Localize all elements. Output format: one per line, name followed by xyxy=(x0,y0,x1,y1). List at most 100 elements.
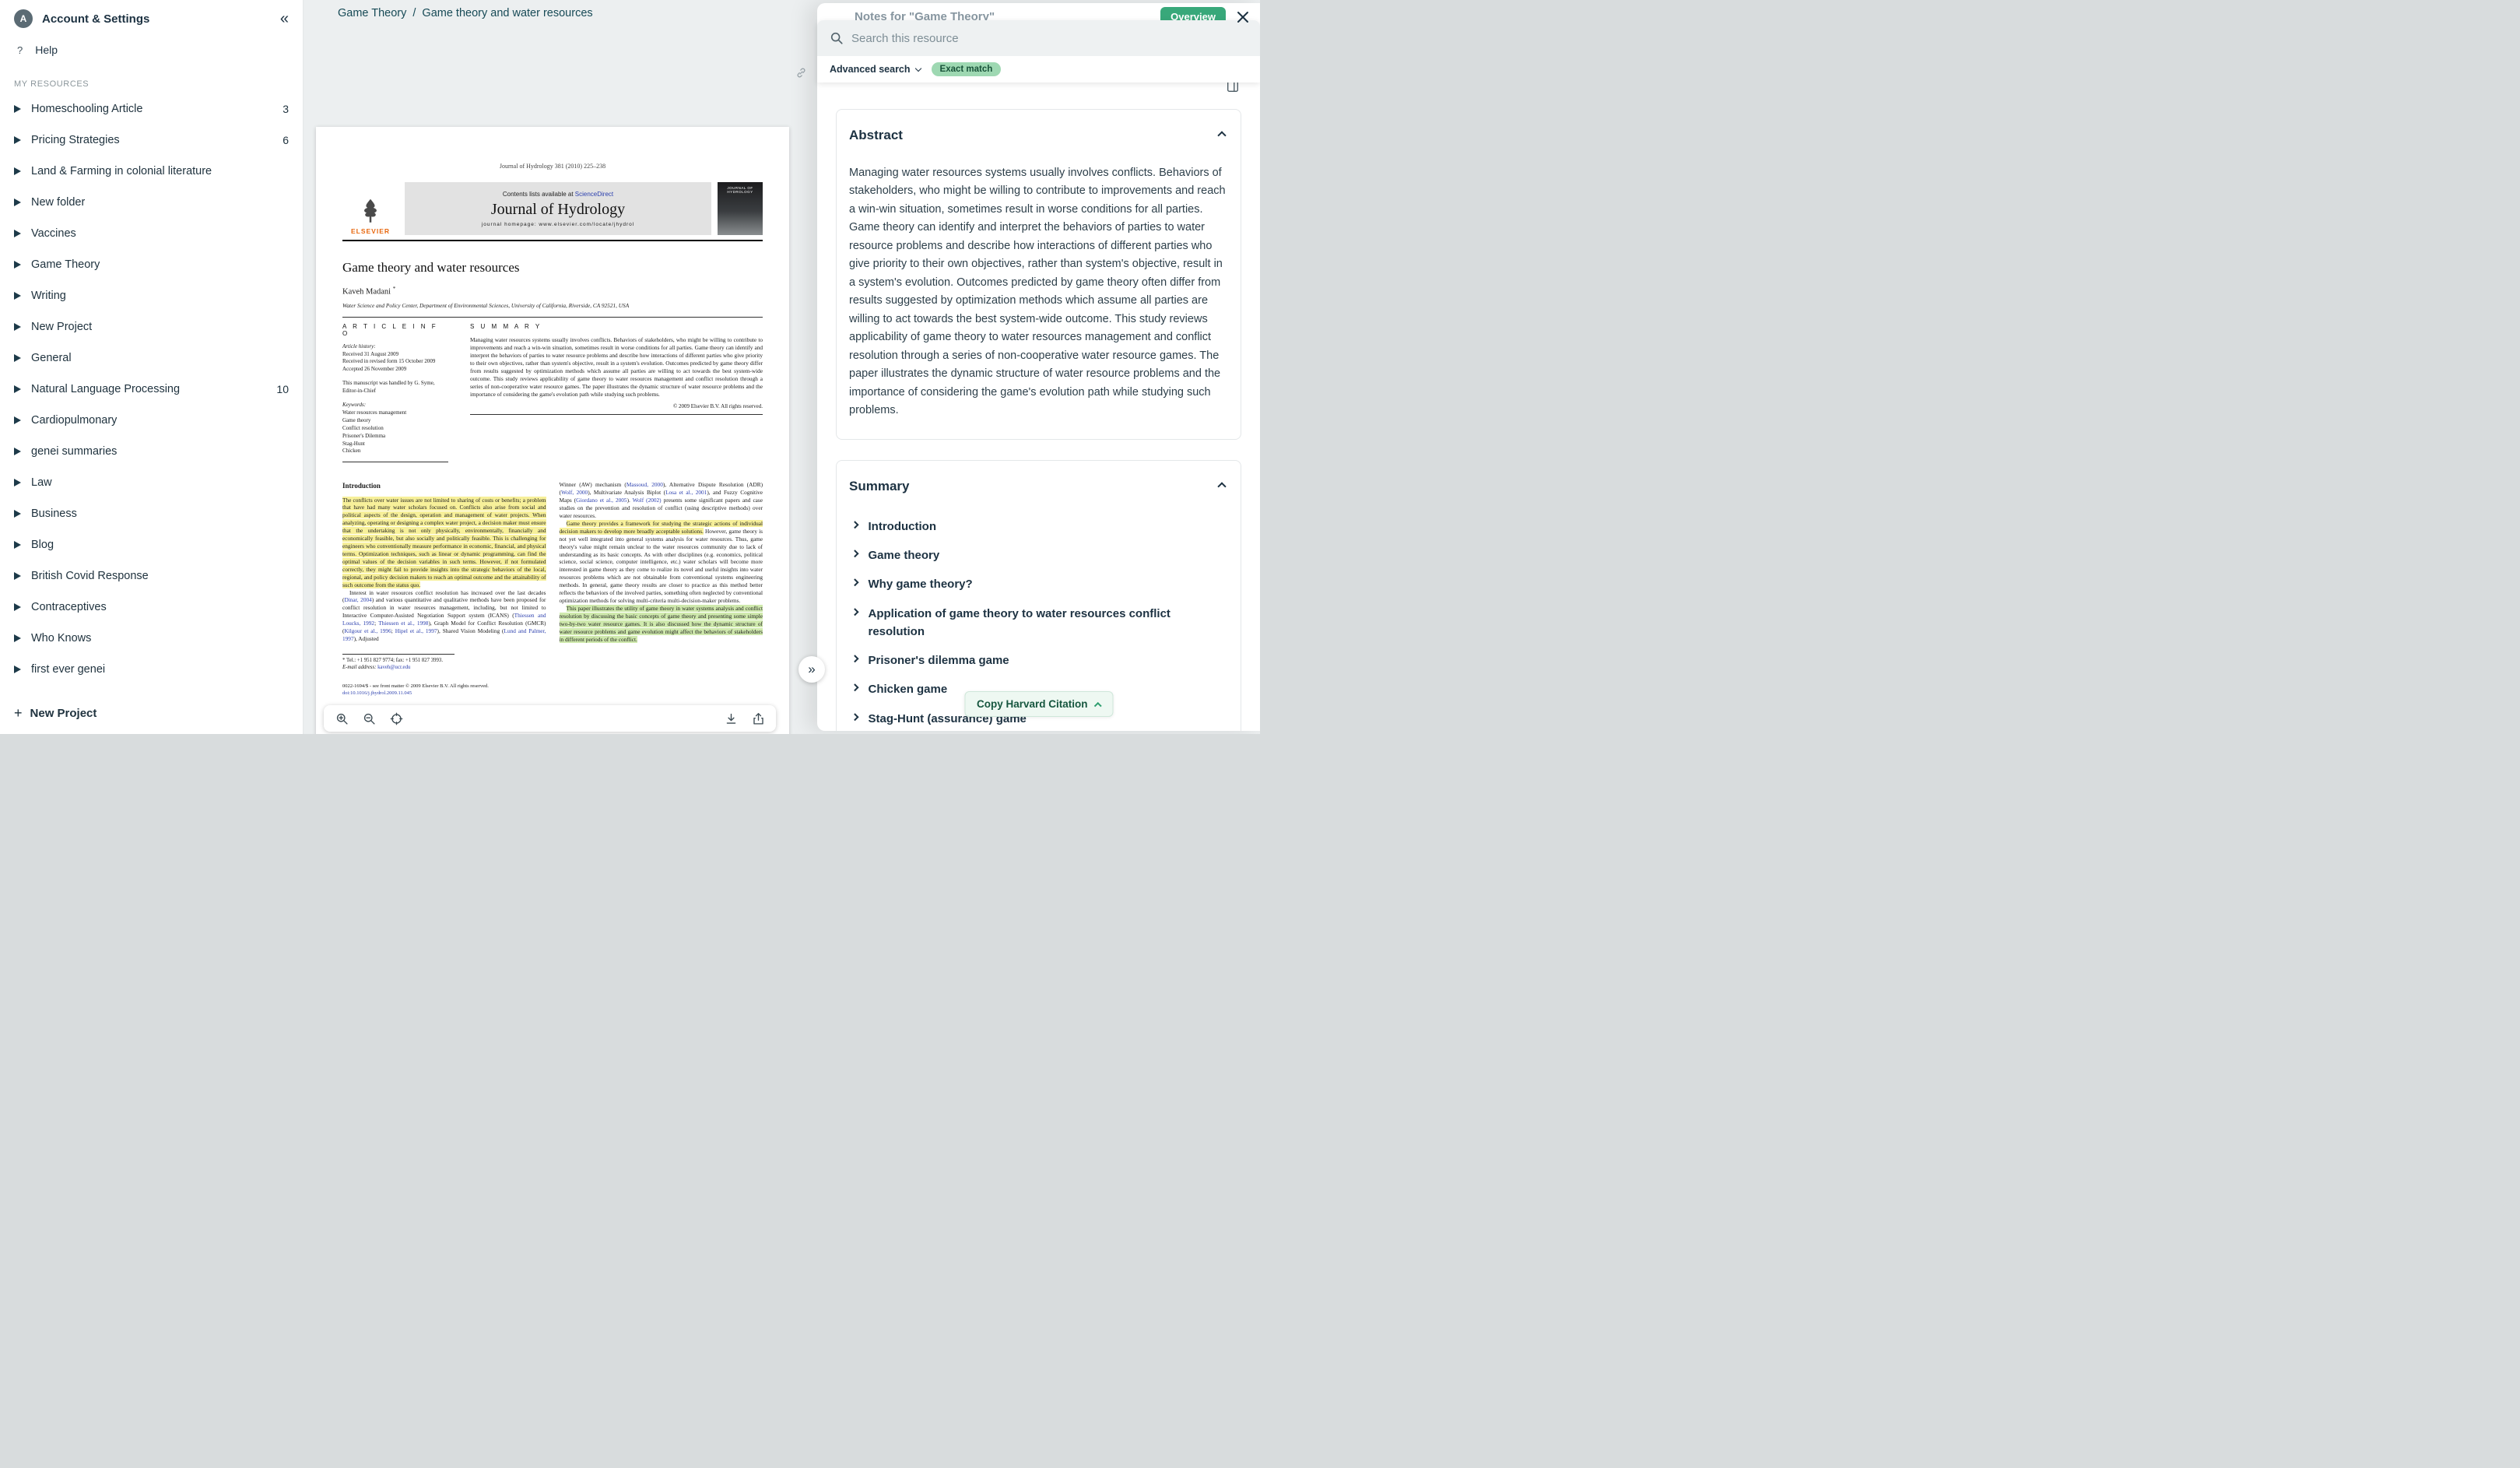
expand-panel-button[interactable]: » xyxy=(798,656,825,683)
zoom-in-icon[interactable] xyxy=(335,711,349,725)
link-icon[interactable] xyxy=(795,67,807,83)
sidebar-item[interactable]: Natural Language Processing 10 xyxy=(0,374,303,405)
history-lines: Received 31 August 2009Received in revis… xyxy=(342,351,448,374)
journal-homepage-line: journal homepage: www.elsevier.com/locat… xyxy=(482,222,634,227)
folder-expand-icon[interactable] xyxy=(14,510,21,518)
sidebar: A Account & Settings « ? Help MY RESOURC… xyxy=(0,0,304,734)
sidebar-item[interactable]: Land & Farming in colonial literature xyxy=(0,156,303,187)
folder-expand-icon[interactable] xyxy=(14,105,21,113)
sciencedirect-link[interactable]: ScienceDirect xyxy=(575,191,613,198)
folder-expand-icon[interactable] xyxy=(14,572,21,580)
share-icon[interactable] xyxy=(751,711,765,725)
summary-section-item[interactable]: Why game theory? xyxy=(849,570,1228,599)
sidebar-item[interactable]: Contraceptives xyxy=(0,592,303,623)
folder-expand-icon[interactable] xyxy=(14,541,21,549)
sidebar-item[interactable]: New folder xyxy=(0,187,303,218)
intro-left-column: Introduction The conflicts over water is… xyxy=(342,481,546,697)
search-icon xyxy=(830,31,844,45)
summary-section-item[interactable]: Game theory xyxy=(849,541,1228,570)
sidebar-item[interactable]: Game Theory xyxy=(0,249,303,280)
summary-section-item[interactable]: Application of game theory to water reso… xyxy=(849,599,1228,647)
sidebar-item-label: Law xyxy=(31,476,52,489)
sidebar-item-count: 10 xyxy=(276,383,289,395)
summary-section-item[interactable]: Prisoner's dilemma game xyxy=(849,646,1228,675)
summary-section-item[interactable]: Introduction xyxy=(849,512,1228,541)
folder-expand-icon[interactable] xyxy=(14,323,21,331)
help-icon: ? xyxy=(17,44,23,56)
folder-expand-icon[interactable] xyxy=(14,136,21,144)
article-info-column: A R T I C L E I N F O Article history: R… xyxy=(342,323,448,463)
new-project-button[interactable]: + New Project xyxy=(0,694,303,734)
sidebar-item[interactable]: British Covid Response xyxy=(0,560,303,592)
email-link[interactable]: kaveh@ucr.edu xyxy=(377,665,410,670)
sidebar-item-label: first ever genei xyxy=(31,663,105,676)
breadcrumb-separator: / xyxy=(412,7,416,19)
summary-card-header[interactable]: Summary xyxy=(849,476,1228,497)
search-bar[interactable] xyxy=(817,20,1260,56)
sidebar-item[interactable]: Vaccines xyxy=(0,218,303,249)
breadcrumb-folder[interactable]: Game Theory xyxy=(338,7,406,19)
account-settings[interactable]: A Account & Settings « xyxy=(0,0,303,36)
summary-column: S U M M A R Y Managing water resources s… xyxy=(470,323,763,416)
keyword: Game theory xyxy=(342,417,448,425)
copy-harvard-citation-button[interactable]: Copy Harvard Citation xyxy=(964,691,1113,717)
intro-right-column: Winner (AW) mechanism (Massoud, 2000), A… xyxy=(560,481,763,697)
search-overlay: Advanced search Exact match xyxy=(817,20,1260,83)
sidebar-item[interactable]: Law xyxy=(0,467,303,498)
zoom-out-icon[interactable] xyxy=(362,711,376,725)
intro-paragraph: Winner (AW) mechanism (Massoud, 2000), A… xyxy=(560,481,763,520)
folder-expand-icon[interactable] xyxy=(14,634,21,642)
abstract-card-header[interactable]: Abstract xyxy=(849,125,1228,146)
sidebar-item-label: Land & Farming in colonial literature xyxy=(31,165,212,177)
folder-expand-icon[interactable] xyxy=(14,448,21,455)
sidebar-item-count: 3 xyxy=(283,103,289,115)
close-icon[interactable] xyxy=(1237,11,1251,25)
sidebar-item[interactable]: New Project xyxy=(0,311,303,342)
sidebar-item[interactable]: Blog xyxy=(0,529,303,560)
folder-expand-icon[interactable] xyxy=(14,292,21,300)
exact-match-chip[interactable]: Exact match xyxy=(932,62,1002,76)
pdf-page: Journal of Hydrology 381 (2010) 225–238 … xyxy=(316,127,789,734)
chevron-right-icon xyxy=(851,579,858,586)
fit-view-icon[interactable] xyxy=(389,711,403,725)
folder-expand-icon[interactable] xyxy=(14,416,21,424)
folder-expand-icon[interactable] xyxy=(14,666,21,673)
sidebar-item-label: Contraceptives xyxy=(31,601,107,613)
advanced-search-row: Advanced search Exact match xyxy=(817,56,1260,83)
advanced-search-toggle[interactable]: Advanced search xyxy=(830,64,921,75)
sidebar-item[interactable]: Pricing Strategies 6 xyxy=(0,125,303,156)
folder-expand-icon[interactable] xyxy=(14,354,21,362)
sidebar-item[interactable]: General xyxy=(0,342,303,374)
sidebar-item-label: Cardiopulmonary xyxy=(31,414,117,427)
collapse-sidebar-icon[interactable]: « xyxy=(280,11,289,26)
folder-expand-icon[interactable] xyxy=(14,230,21,237)
keyword: Stag-Hunt xyxy=(342,441,448,448)
search-input[interactable] xyxy=(851,32,1248,45)
keyword: Prisoner's Dilemma xyxy=(342,433,448,441)
folder-expand-icon[interactable] xyxy=(14,385,21,393)
collapse-abstract-button[interactable] xyxy=(1216,125,1228,146)
folder-expand-icon[interactable] xyxy=(14,198,21,206)
doi-link[interactable]: doi:10.1016/j.jhydrol.2009.11.045 xyxy=(342,690,546,697)
help-item[interactable]: ? Help xyxy=(0,36,303,64)
sidebar-item[interactable]: genei summaries xyxy=(0,436,303,467)
footnote-block: * Tel.: +1 951 827 9774; fax: +1 951 827… xyxy=(342,654,455,671)
sidebar-item-label: New folder xyxy=(31,196,85,209)
introduction-section: Introduction The conflicts over water is… xyxy=(342,481,763,697)
sidebar-item[interactable]: Business xyxy=(0,498,303,529)
folder-expand-icon[interactable] xyxy=(14,261,21,269)
chevron-right-icon xyxy=(851,655,858,662)
collapse-summary-button[interactable] xyxy=(1216,476,1228,497)
sidebar-item[interactable]: Homeschooling Article 3 xyxy=(0,93,303,125)
journal-masthead: Contents lists available at ScienceDirec… xyxy=(405,182,711,235)
folder-expand-icon[interactable] xyxy=(14,167,21,175)
sidebar-item[interactable]: first ever genei xyxy=(0,654,303,685)
summary-heading: S U M M A R Y xyxy=(470,323,763,330)
sidebar-item[interactable]: Cardiopulmonary xyxy=(0,405,303,436)
sidebar-item[interactable]: Who Knows xyxy=(0,623,303,654)
folder-expand-icon[interactable] xyxy=(14,479,21,486)
folder-expand-icon[interactable] xyxy=(14,603,21,611)
elsevier-tree-icon xyxy=(359,198,382,226)
sidebar-item[interactable]: Writing xyxy=(0,280,303,311)
download-icon[interactable] xyxy=(724,711,738,725)
